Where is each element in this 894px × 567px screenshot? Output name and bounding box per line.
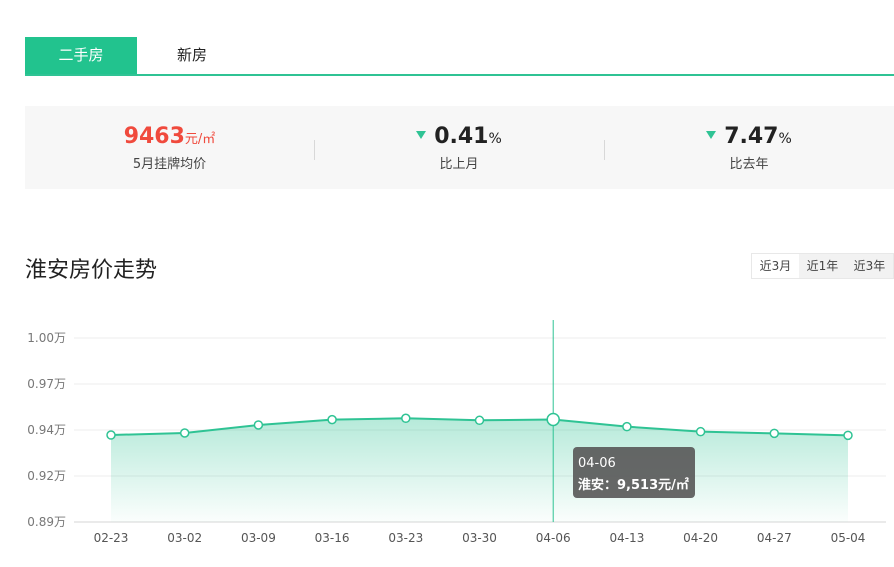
x-tick-label: 04-20	[683, 531, 718, 545]
data-point	[695, 426, 706, 437]
time-range-selector: 近3月 近1年 近3年	[751, 253, 894, 279]
price-stats-panel: 9463元/㎡ 5月挂牌均价 0.41% 比上月 7.47% 比去年	[25, 106, 894, 189]
x-tick-label: 05-04	[831, 531, 866, 545]
x-tick-label: 03-30	[462, 531, 497, 545]
x-tick-label: 02-23	[94, 531, 129, 545]
stat-average-price: 9463元/㎡ 5月挂牌均价	[25, 106, 314, 189]
data-point	[401, 413, 411, 424]
average-price-label: 5月挂牌均价	[132, 157, 207, 172]
price-trend-chart[interactable]: 1.00万 0.97万 0.94万 0.92万 0.89万 02-23 03-02 03-09…	[0, 320, 894, 567]
y-tick-label: 0.94万	[27, 423, 66, 437]
stat-month-over-month: 0.41% 比上月	[314, 106, 604, 189]
mom-label: 比上月	[439, 157, 479, 172]
yoy-value: 7.47	[724, 124, 779, 149]
data-point	[179, 428, 190, 438]
series-area	[111, 418, 848, 522]
x-tick-label: 04-27	[757, 531, 792, 545]
range-3-months-button[interactable]: 近3月	[752, 254, 799, 278]
y-tick-label: 0.92万	[27, 469, 66, 483]
range-1-year-button[interactable]: 近1年	[799, 254, 846, 278]
tooltip-date: 04-06	[578, 456, 616, 471]
mom-unit: %	[488, 131, 502, 147]
x-tick-label: 03-23	[388, 531, 423, 545]
y-tick-label: 1.00万	[27, 331, 66, 345]
data-point	[474, 415, 485, 426]
x-tick-label: 03-02	[167, 531, 202, 545]
data-point	[327, 414, 337, 425]
x-tick-label: 04-13	[609, 531, 644, 545]
data-point	[843, 430, 853, 441]
data-point	[253, 420, 264, 430]
trend-section-title: 淮安房价走势	[25, 258, 158, 283]
tooltip-value: 淮安：9,513元/㎡	[578, 478, 689, 493]
x-tick-label: 03-16	[315, 531, 350, 545]
mom-value: 0.41	[434, 124, 489, 149]
y-tick-label: 0.89万	[27, 515, 66, 529]
tab-second-hand[interactable]: 二手房	[25, 37, 137, 74]
down-arrow-icon	[416, 131, 427, 139]
average-price-value: 9463	[123, 124, 185, 149]
x-tick-label: 03-09	[241, 531, 276, 545]
highlighted-point	[546, 412, 560, 427]
data-point	[769, 428, 780, 439]
x-tick-label: 04-06	[536, 531, 571, 545]
y-tick-label: 0.97万	[27, 377, 66, 391]
data-point	[622, 421, 632, 432]
chart-tooltip: 04-06 淮安：9,513元/㎡	[573, 447, 695, 498]
average-price-unit: 元/㎡	[184, 132, 216, 147]
range-3-years-button[interactable]: 近3年	[846, 254, 893, 278]
stat-year-over-year: 7.47% 比去年	[604, 106, 894, 189]
tab-new-house[interactable]: 新房	[137, 37, 247, 74]
yoy-unit: %	[778, 131, 792, 147]
down-arrow-icon	[706, 131, 717, 139]
house-type-tabs: 二手房 新房	[25, 37, 894, 76]
data-point	[106, 430, 116, 440]
yoy-label: 比去年	[729, 157, 769, 172]
